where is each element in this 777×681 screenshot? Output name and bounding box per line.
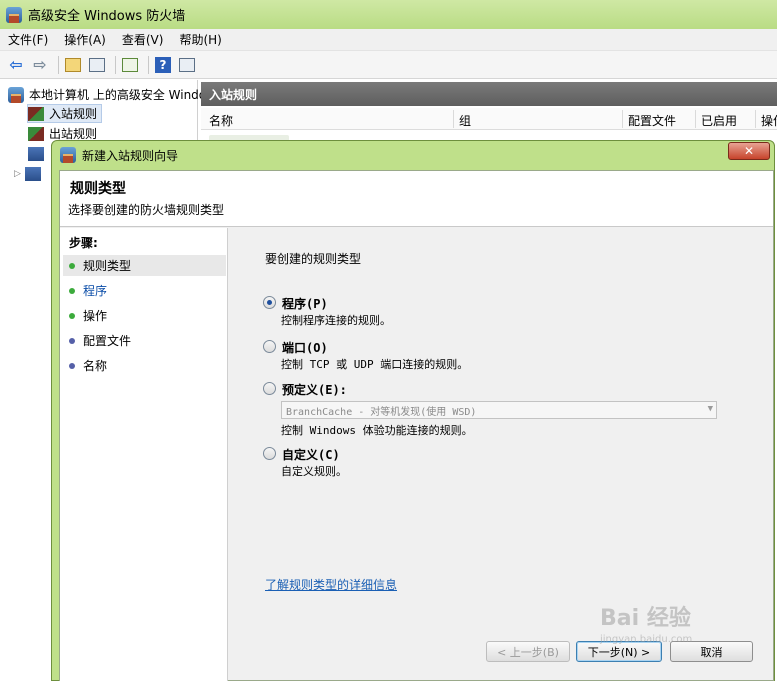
toolbar-separator [115,55,116,74]
option-label: 程序(P) [282,297,328,311]
forward-icon[interactable]: ⇨ [30,55,50,75]
toolbar-separator [148,55,149,74]
expand-arrow-icon[interactable]: ▷ [14,169,21,179]
option-port[interactable]: 端口(O) 控制 TCP 或 UDP 端口连接的规则。 [263,339,468,371]
radio-predefined[interactable] [263,382,276,395]
export-icon[interactable] [120,55,140,75]
back-icon[interactable]: ⇦ [6,55,26,75]
wizard-titlebar: 新建入站规则向导 [52,141,774,169]
tree-item-connection-security[interactable] [28,144,49,163]
option-description: 控制 TCP 或 UDP 端口连接的规则。 [281,358,469,371]
watermark-text: Bai 经验 [600,606,691,631]
step-name[interactable]: 名称 [63,355,226,376]
step-profile[interactable]: 配置文件 [63,330,226,351]
wizard-title: 新建入站规则向导 [82,148,179,163]
menu-view[interactable]: 查看(V) [122,31,164,48]
menu-file[interactable]: 文件(F) [8,31,48,48]
chevron-down-icon[interactable]: ▼ [708,404,713,414]
menu-action[interactable]: 操作(A) [64,31,106,48]
step-label: 名称 [83,359,108,373]
tree-root-label: 本地计算机 上的高级安全 Windo [29,88,207,102]
tree-root[interactable]: 本地计算机 上的高级安全 Windo [8,85,206,104]
predefined-select[interactable]: BranchCache - 对等机发现(使用 WSD) ▼ [281,401,717,419]
option-program[interactable]: 程序(P) 控制程序连接的规则。 [263,295,391,327]
radio-program[interactable] [263,296,276,309]
option-label: 预定义(E): [282,383,347,397]
column-divider[interactable] [755,110,756,128]
predefined-select-value: BranchCache - 对等机发现(使用 WSD) [286,406,477,418]
column-enabled[interactable]: 已启用 [701,112,737,129]
menu-help[interactable]: 帮助(H) [179,31,221,48]
step-complete-icon [69,262,75,269]
steps-panel: 步骤: 规则类型 程序 操作 配置文件 名称 [60,228,228,681]
step-action[interactable]: 操作 [63,305,226,326]
step-label: 操作 [83,309,108,323]
step-complete-icon [69,312,75,319]
steps-label: 步骤: [69,236,98,250]
console-tree-icon[interactable] [87,55,107,75]
step-label: 程序 [83,284,108,298]
list-column-header: 名称 组 配置文件 已启用 操作 [201,108,777,130]
step-label: 规则类型 [83,259,132,273]
option-description: 控制程序连接的规则。 [281,314,391,327]
step-program[interactable]: 程序 [63,280,226,301]
watermark-sub: jingyan.baidu.com [600,634,693,645]
step-label: 配置文件 [83,334,132,348]
menu-bar: 文件(F) 操作(A) 查看(V) 帮助(H) [0,29,777,51]
tree-item-label: 入站规则 [49,107,98,121]
panel-header: 入站规则 [201,82,777,106]
radio-port[interactable] [263,340,276,353]
option-description: 控制 Windows 体验功能连接的规则。 [281,424,473,437]
tree-item-monitor[interactable]: ▷ [14,164,46,183]
column-divider[interactable] [453,110,454,128]
firewall-icon [8,86,24,103]
up-folder-icon[interactable] [63,55,83,75]
column-divider[interactable] [695,110,696,128]
radio-custom[interactable] [263,447,276,460]
main-titlebar: 高级安全 Windows 防火墙 [0,0,777,29]
column-group[interactable]: 组 [459,112,471,129]
inbound-rules-icon [28,106,44,121]
step-pending-icon [69,337,75,344]
column-name[interactable]: 名称 [209,112,233,129]
monitor-icon [24,166,41,181]
connection-security-icon [28,146,44,161]
column-action[interactable]: 操作 [761,112,777,129]
option-custom[interactable]: 自定义(C) 自定义规则。 [263,446,347,478]
wizard-header: 规则类型 选择要创建的防火墙规则类型 [60,171,773,227]
firewall-icon [60,147,76,163]
close-button[interactable]: ✕ [728,142,770,160]
baidu-watermark: Bai 经验 jingyan.baidu.com [600,600,692,645]
toolbar: ⇦ ⇨ ? [0,51,777,79]
step-complete-icon [69,287,75,294]
window-title: 高级安全 Windows 防火墙 [28,9,186,24]
option-description: 自定义规则。 [281,465,347,478]
back-button[interactable]: < 上一步(B) [486,641,570,662]
toolbar-separator [58,55,59,74]
learn-more-link[interactable]: 了解规则类型的详细信息 [265,576,397,593]
prompt-text: 要创建的规则类型 [265,252,362,266]
option-label: 自定义(C) [282,448,340,462]
column-profile[interactable]: 配置文件 [628,112,676,129]
step-rule-type[interactable]: 规则类型 [63,255,226,276]
option-label: 端口(O) [282,341,328,355]
column-divider[interactable] [622,110,623,128]
page-subtitle: 选择要创建的防火墙规则类型 [68,203,225,217]
help-icon[interactable]: ? [153,55,173,75]
firewall-app-icon [6,6,22,23]
page-title: 规则类型 [70,181,126,197]
outbound-rules-icon [28,126,44,141]
option-predefined[interactable]: 预定义(E): [263,381,347,398]
tree-item-inbound[interactable]: 入站规则 [27,104,103,123]
step-pending-icon [69,362,75,369]
properties-icon[interactable] [177,55,197,75]
